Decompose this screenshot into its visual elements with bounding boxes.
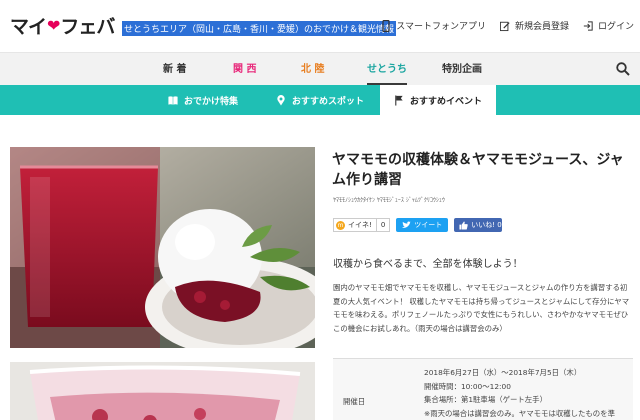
site-tagline: せとうちエリア（岡山・広島・香川・愛媛）のおでかけ＆観光情報 — [122, 21, 397, 36]
header-links: スマートフォンアプリ 新規会員登録 ログイン — [381, 19, 634, 32]
login-link[interactable]: ログイン — [583, 19, 634, 32]
register-icon — [499, 21, 510, 31]
social-buttons: m イイネ! 0 ツイート いいね! 0 — [333, 218, 502, 232]
smartphone-app-label: スマートフォンアプリ — [396, 22, 486, 32]
tab-kansai[interactable]: 関 西 — [233, 53, 256, 86]
subnav-events-label: おすすめイベント — [410, 96, 483, 107]
login-label: ログイン — [597, 22, 634, 32]
facebook-like-button[interactable]: いいね! 0 — [454, 218, 502, 232]
article-lead: 収穫から食べるまで、全部を体験しよう！ — [333, 259, 523, 270]
smartphone-icon — [382, 19, 390, 32]
tab-special[interactable]: 特別企画 — [442, 53, 482, 86]
bayberry-drink-photo — [10, 362, 315, 420]
info-row-dates: 開催日 2018年6月27日（水）～2018年7月5日（木） 開催時間：10:0… — [333, 359, 633, 420]
bayberry-juice-photo — [10, 147, 315, 348]
header: マイ ❤ フェバ せとうちエリア（岡山・広島・香川・愛媛）のおでかけ＆観光情報 … — [0, 0, 640, 52]
iine-label: イイネ! — [348, 221, 372, 229]
subnav-events[interactable]: おすすめイベント — [380, 85, 496, 115]
login-icon — [583, 20, 593, 31]
register-label: 新規会員登録 — [514, 22, 569, 32]
subnav-features[interactable]: おでかけ特集 — [168, 85, 238, 115]
region-nav: 新 着 関 西 北 陸 せとうち 特別企画 — [0, 52, 640, 86]
iine-count: 0 — [375, 219, 389, 231]
facebook-like-label: いいね! 0 — [471, 221, 502, 229]
info-label: 開催日 — [343, 397, 366, 406]
book-icon — [168, 95, 178, 105]
twitter-bird-icon — [402, 221, 412, 228]
pin-icon — [277, 94, 285, 106]
tab-new[interactable]: 新 着 — [163, 53, 186, 86]
tab-setouchi[interactable]: せとうち — [367, 53, 407, 86]
info-line-dates: 2018年6月27日（水）～2018年7月5日（木） — [424, 368, 582, 377]
thumbs-up-icon — [459, 220, 469, 230]
subnav-features-label: おでかけ特集 — [184, 96, 239, 107]
subnav-spots-label: おすすめスポット — [292, 96, 365, 107]
event-photo-main — [10, 147, 315, 348]
sub-nav: おでかけ特集 おすすめスポット おすすめイベント — [0, 85, 640, 115]
smartphone-app-link[interactable]: スマートフォンアプリ — [381, 19, 486, 32]
register-link[interactable]: 新規会員登録 — [499, 19, 569, 32]
tab-hokuriku[interactable]: 北 陸 — [301, 53, 324, 86]
info-line-note: ※雨天の場合は講習会のみ。ヤマモモは収穫したものを準 — [424, 408, 615, 418]
info-line-place: 集合場所：第1駐車場（ゲート左手） — [424, 395, 547, 404]
flag-icon — [395, 94, 403, 106]
logo-text-right: フェバ — [60, 16, 115, 38]
article-title: ヤマモモの収穫体験＆ヤマモモジュース、ジャム作り講習 — [332, 152, 624, 188]
article-reading-tags: ﾔﾏﾓﾓﾉｼｭｳｶｸﾀｲｹﾝ ﾔﾏﾓﾓｼﾞｭｰｽ ｼﾞｬﾑﾂﾞｸﾘｺｳｼｭｳ — [333, 197, 445, 204]
iine-button[interactable]: m イイネ! 0 — [333, 218, 391, 232]
tweet-button[interactable]: ツイート — [396, 218, 449, 232]
info-values: 2018年6月27日（水）～2018年7月5日（木） 開催時間：10:00～12… — [424, 366, 615, 420]
article-description: 園内のヤマモモ畑でヤマモモを収穫し、ヤマモモジュースとジャムの作り方を講習する初… — [333, 283, 630, 333]
info-line-time: 開催時間：10:00～12:00 — [424, 381, 511, 391]
tweet-label: ツイート — [414, 221, 443, 229]
site-logo[interactable]: マイ ❤ フェバ — [10, 12, 115, 39]
search-icon[interactable] — [616, 62, 630, 76]
logo-text-left: マイ — [10, 16, 47, 38]
heart-icon: ❤ — [47, 16, 60, 35]
event-photo-secondary — [10, 362, 315, 420]
iine-icon: m — [336, 220, 345, 230]
subnav-spots[interactable]: おすすめスポット — [276, 85, 364, 115]
